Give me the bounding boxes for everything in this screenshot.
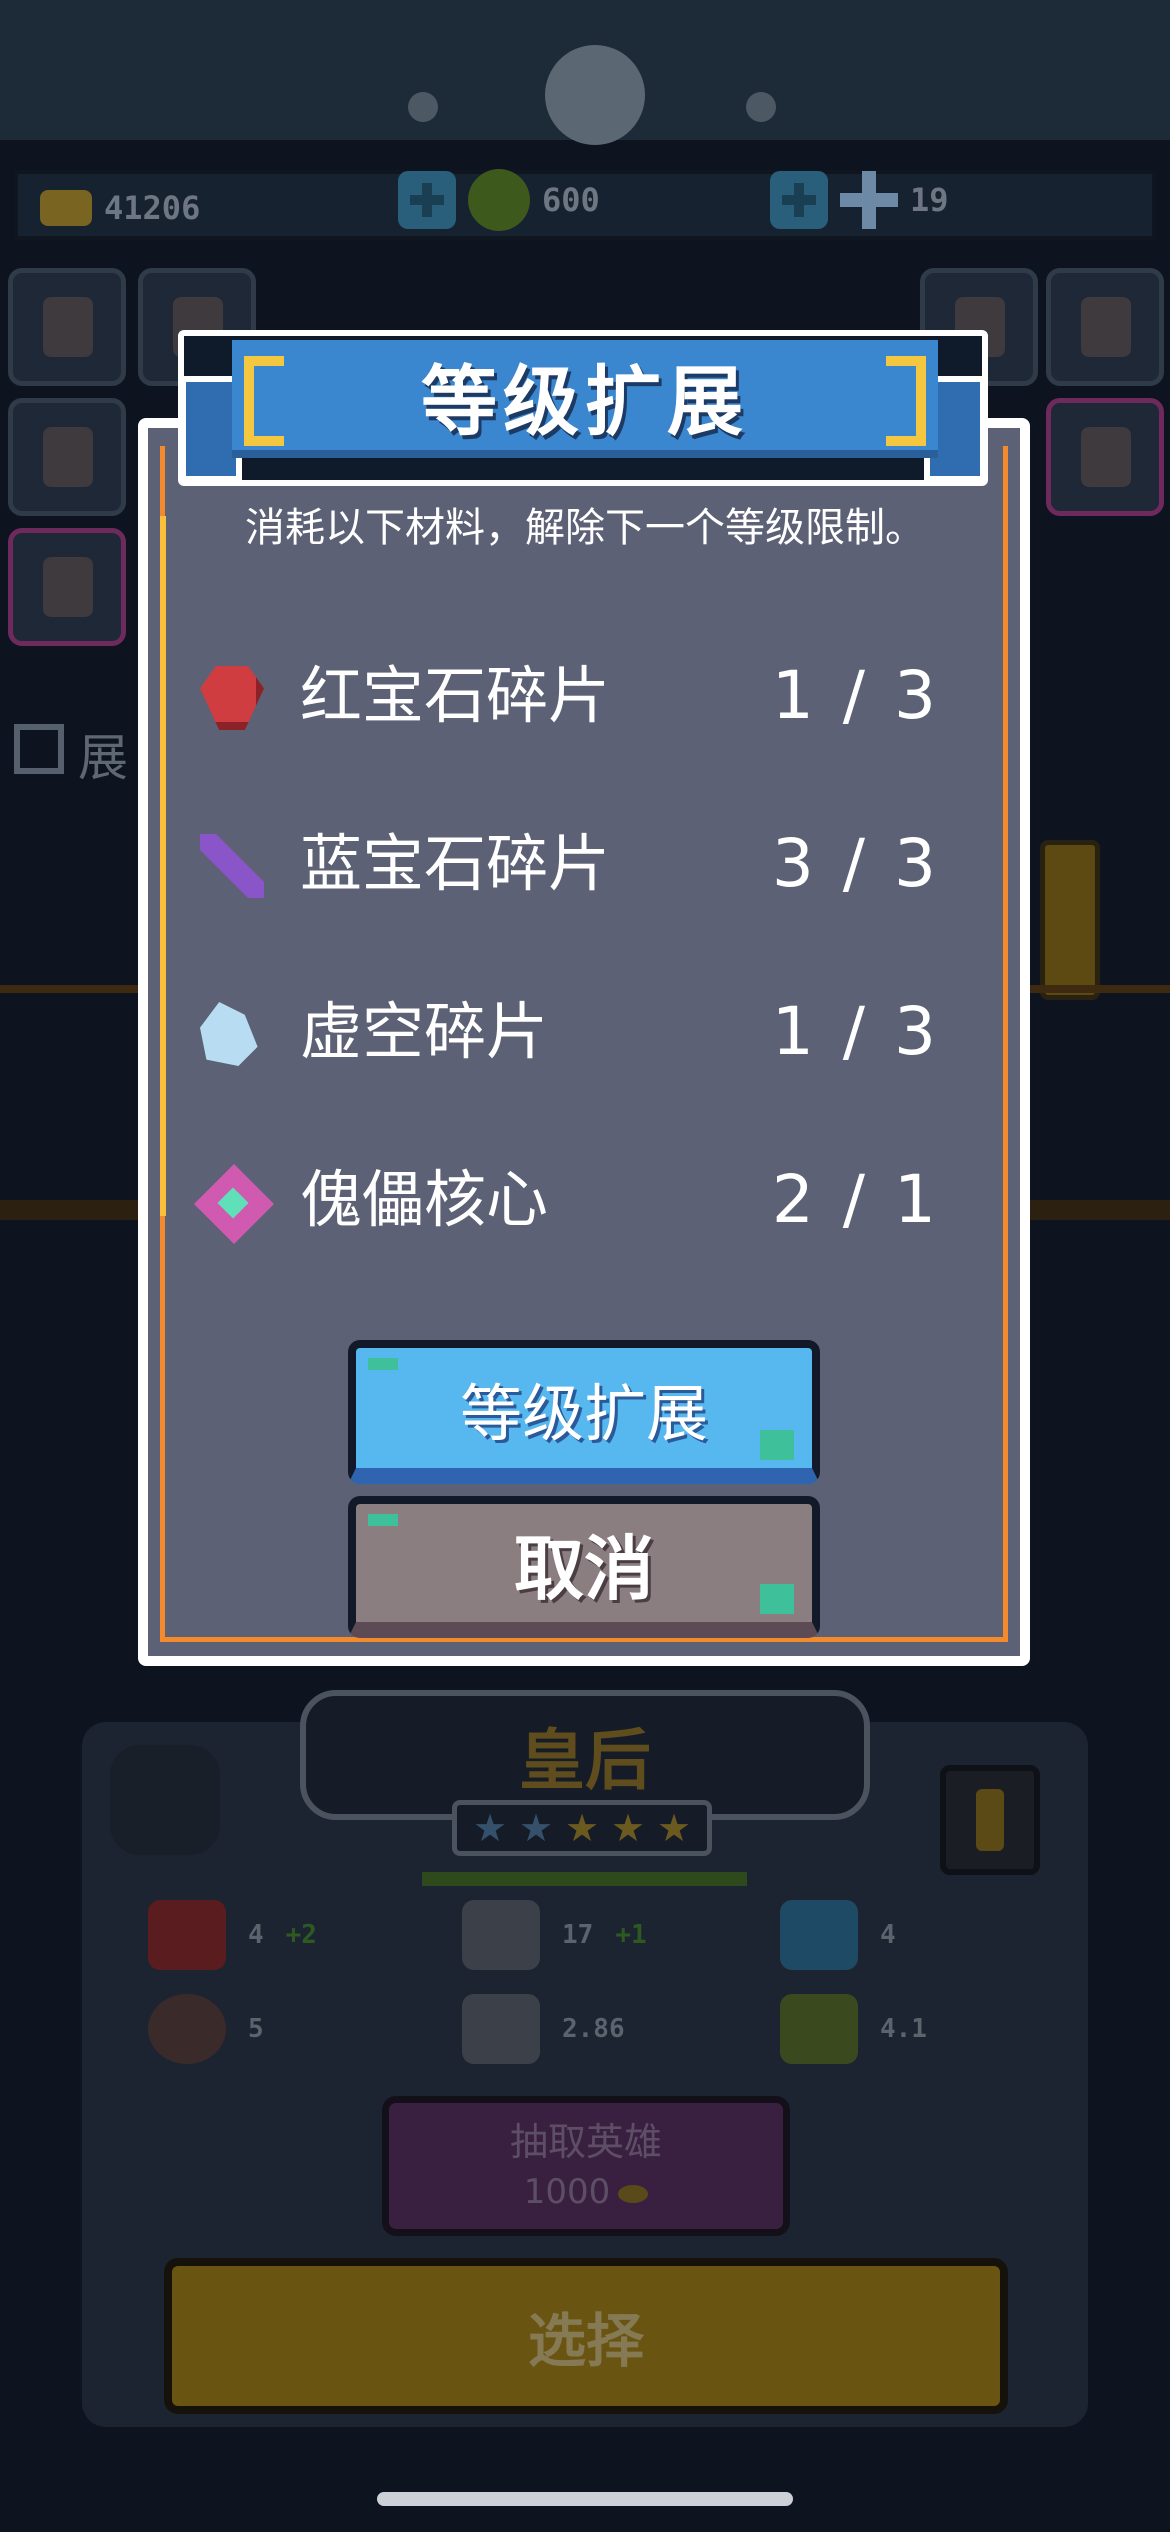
add-gems-button[interactable] bbox=[398, 171, 456, 229]
hero-slot[interactable] bbox=[1046, 268, 1164, 386]
hero-portrait bbox=[43, 297, 93, 357]
health-bonus: +2 bbox=[285, 1920, 317, 1950]
filter-checkbox-label: 展 bbox=[78, 729, 128, 787]
hero-star-rating: ★ ★ ★ ★ ★ bbox=[452, 1800, 712, 1856]
skull-icon bbox=[110, 1745, 220, 1855]
summon-hero-label: 抽取英雄 bbox=[509, 2120, 662, 2164]
gem-icon bbox=[468, 169, 530, 231]
cancel-button-label: 取消 bbox=[514, 1527, 654, 1610]
dialog-description: 消耗以下材料，解除下一个等级限制。 bbox=[245, 505, 925, 551]
star-icon: ★ bbox=[656, 1806, 692, 1850]
material-count: 3 / 3 bbox=[771, 825, 940, 902]
hero-name: 皇后 bbox=[519, 1722, 651, 1799]
material-row: 傀儡核心 2 / 1 bbox=[194, 1152, 960, 1244]
material-name: 虚空碎片 bbox=[300, 995, 549, 1068]
material-row: 红宝石碎片 1 / 3 bbox=[200, 648, 960, 738]
filter-checkbox[interactable] bbox=[14, 724, 64, 774]
orb-decoration bbox=[746, 92, 776, 122]
shield-stat: 4 bbox=[780, 1900, 896, 1970]
material-row: 虚空碎片 1 / 3 bbox=[200, 984, 960, 1074]
armor-stat: 5 bbox=[148, 1994, 264, 2064]
void-shard-icon bbox=[200, 1002, 258, 1066]
coin-icon bbox=[40, 190, 92, 226]
dialog-title: 等级扩展 bbox=[421, 357, 749, 446]
summon-hero-button[interactable]: 抽取英雄 1000 bbox=[382, 2096, 790, 2236]
add-crystals-button[interactable] bbox=[770, 171, 828, 229]
coin-icon bbox=[618, 2184, 649, 2203]
level-expand-button-label: 等级扩展 bbox=[459, 1377, 708, 1450]
summon-cost-value: 1000 bbox=[523, 2172, 611, 2212]
gem-counter: 600 bbox=[398, 169, 600, 231]
armor-value: 5 bbox=[248, 2014, 264, 2044]
attack-value: 17 bbox=[562, 1920, 594, 1950]
health-stat: 4 +2 bbox=[148, 1900, 317, 1970]
sapphire-shard-icon bbox=[200, 834, 264, 898]
attack-bonus: +1 bbox=[615, 1920, 647, 1950]
home-indicator[interactable] bbox=[377, 2492, 793, 2506]
material-row: 蓝宝石碎片 3 / 3 bbox=[200, 816, 960, 906]
crystal-amount: 19 bbox=[910, 181, 949, 219]
dialog-title-banner: 等级扩展 bbox=[232, 340, 938, 458]
moon-decoration bbox=[545, 45, 645, 145]
material-count: 2 / 1 bbox=[771, 1161, 940, 1238]
hero-slot[interactable] bbox=[8, 398, 126, 516]
boot-icon bbox=[780, 1994, 858, 2064]
side-panel-tab[interactable] bbox=[1040, 840, 1100, 1000]
crossed-swords-icon bbox=[462, 1900, 540, 1970]
material-count: 1 / 3 bbox=[771, 657, 940, 734]
star-icon: ★ bbox=[518, 1806, 554, 1850]
move-speed-stat: 4.1 bbox=[780, 1994, 927, 2064]
material-name: 红宝石碎片 bbox=[300, 659, 611, 732]
sword-icon bbox=[462, 1994, 540, 2064]
leaf-decoration-icon bbox=[368, 1358, 398, 1370]
hero-portrait bbox=[43, 557, 93, 617]
ruby-shard-icon bbox=[200, 666, 264, 730]
leaf-decoration-icon bbox=[368, 1514, 398, 1526]
hero-slot[interactable] bbox=[8, 268, 126, 386]
blue-heart-icon bbox=[780, 1900, 858, 1970]
hero-slot[interactable] bbox=[8, 528, 126, 646]
bracket-left-icon bbox=[244, 356, 284, 446]
star-icon: ★ bbox=[564, 1806, 600, 1850]
coin-amount: 41206 bbox=[104, 189, 201, 227]
heart-icon bbox=[148, 1900, 226, 1970]
health-value: 4 bbox=[248, 1920, 264, 1950]
experience-bar bbox=[422, 1872, 747, 1886]
crystal-icon bbox=[840, 171, 898, 229]
hero-slot[interactable] bbox=[1046, 398, 1164, 516]
shield-value: 4 bbox=[880, 1920, 896, 1950]
cancel-button[interactable]: 取消 bbox=[348, 1496, 820, 1638]
select-button-label: 选择 bbox=[527, 2307, 644, 2375]
info-button[interactable] bbox=[940, 1765, 1040, 1875]
star-icon: ★ bbox=[472, 1806, 508, 1850]
move-speed-value: 4.1 bbox=[880, 2014, 927, 2044]
crystal-counter: 19 bbox=[770, 171, 949, 229]
star-icon: ★ bbox=[610, 1806, 646, 1850]
coin-counter: 41206 bbox=[40, 186, 200, 230]
resource-bar: 41206 600 19 bbox=[14, 169, 1156, 240]
attack-stat: 17 +1 bbox=[462, 1900, 647, 1970]
bracket-right-icon bbox=[886, 356, 926, 446]
orb-decoration bbox=[408, 92, 438, 122]
attack-speed-stat: 2.86 bbox=[462, 1994, 625, 2064]
material-count: 1 / 3 bbox=[771, 993, 940, 1070]
leaf-decoration-icon bbox=[760, 1584, 794, 1614]
hero-portrait bbox=[43, 427, 93, 487]
hero-portrait bbox=[1081, 297, 1131, 357]
select-button[interactable]: 选择 bbox=[164, 2258, 1008, 2414]
material-name: 傀儡核心 bbox=[300, 1163, 549, 1236]
material-name: 蓝宝石碎片 bbox=[300, 827, 611, 900]
leaf-decoration-icon bbox=[760, 1430, 794, 1460]
summon-cost: 1000 bbox=[389, 2172, 783, 2212]
hero-portrait bbox=[1081, 427, 1131, 487]
gem-amount: 600 bbox=[542, 181, 600, 219]
attack-speed-value: 2.86 bbox=[562, 2014, 625, 2044]
round-shield-icon bbox=[148, 1994, 226, 2064]
level-expand-button[interactable]: 等级扩展 bbox=[348, 1340, 820, 1484]
